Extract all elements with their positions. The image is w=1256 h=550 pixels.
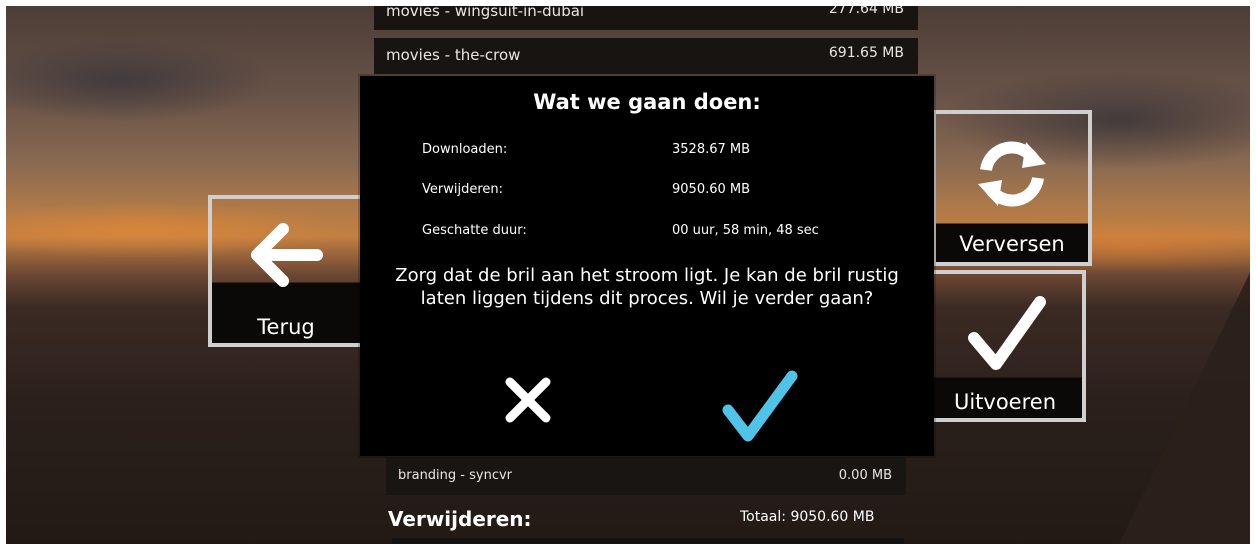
row-value: 9050.60 MB <box>672 182 751 197</box>
execute-button[interactable]: Uitvoeren <box>924 270 1086 422</box>
remove-size-row: Verwijderen: 9050.60 MB <box>422 182 894 204</box>
row-label: Downloaden: <box>422 142 508 157</box>
row-value: 00 uur, 58 min, 48 sec <box>672 223 819 238</box>
list-item-name: branding - syncvr <box>398 468 513 483</box>
refresh-icon <box>936 134 1088 214</box>
list-item-name: movies - the-crow <box>386 46 521 64</box>
row-label: Verwijderen: <box>422 182 504 197</box>
refresh-button-label: Verversen <box>959 232 1065 256</box>
execute-button-label: Uitvoeren <box>953 390 1057 414</box>
cancel-button[interactable] <box>498 370 558 430</box>
list-item-size: 0.00 MB <box>838 468 892 483</box>
estimated-duration-row: Geschatte duur: 00 uur, 58 min, 48 sec <box>422 223 894 245</box>
list-item-name: movies - wingsuit-in-dubai <box>386 2 585 20</box>
confirm-button[interactable] <box>720 366 800 446</box>
list-item[interactable]: branding - syncvr 0.00 MB <box>386 457 906 495</box>
list-item[interactable] <box>392 538 904 550</box>
list-item[interactable]: movies - the-crow 691.65 MB <box>374 38 918 74</box>
remove-section-heading: Verwijderen: <box>388 507 532 531</box>
refresh-button[interactable]: Verversen <box>932 110 1092 266</box>
arrow-left-icon <box>212 223 360 287</box>
back-button[interactable]: Terug <box>208 195 364 347</box>
checkmark-icon <box>722 370 798 442</box>
download-size-row: Downloaden: 3528.67 MB <box>422 142 894 164</box>
confirmation-dialog: Wat we gaan doen: Downloaden: 3528.67 MB… <box>360 76 934 456</box>
list-item-size: 691.65 MB <box>828 45 904 61</box>
checkmark-icon <box>928 294 1082 374</box>
dialog-title: Wat we gaan doen: <box>533 90 761 114</box>
remove-section-total: Totaal: 9050.60 MB <box>740 509 875 525</box>
back-button-label: Terug <box>257 315 315 339</box>
dialog-message: Zorg dat de bril aan het stroom ligt. Je… <box>395 265 899 309</box>
close-icon <box>505 377 551 423</box>
row-value: 3528.67 MB <box>672 142 751 157</box>
background-mountain <box>1116 260 1256 550</box>
list-item[interactable]: movies - wingsuit-in-dubai 277.64 MB <box>374 0 918 30</box>
list-item-size: 277.64 MB <box>828 1 904 17</box>
row-label: Geschatte duur: <box>422 223 527 238</box>
